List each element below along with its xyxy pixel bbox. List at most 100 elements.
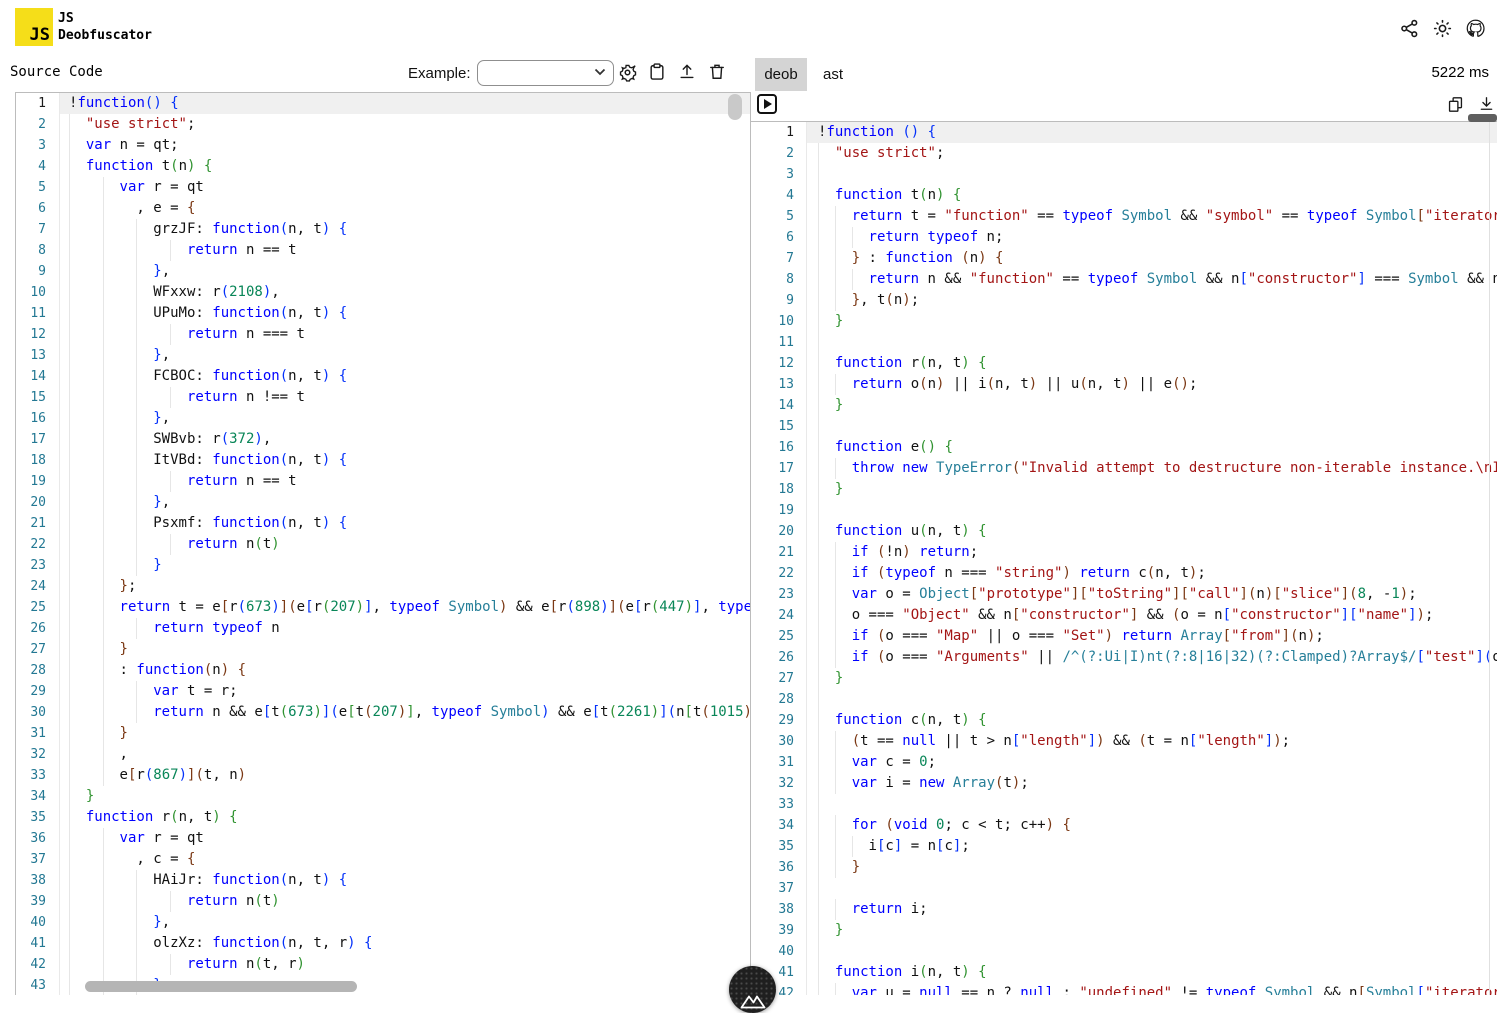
code-line[interactable]: 21if (!n) return; — [751, 542, 1497, 563]
code-line[interactable]: 7} : function (n) { — [751, 248, 1497, 269]
code-line[interactable]: 9}, t(n); — [751, 290, 1497, 311]
code-line[interactable]: 28: function(n) { — [16, 660, 750, 681]
code-line[interactable]: 35function r(n, t) { — [16, 807, 750, 828]
code-line[interactable]: 20}, — [16, 492, 750, 513]
paste-icon[interactable] — [646, 61, 668, 83]
code-line[interactable]: 24o === "Object" && n["constructor"] && … — [751, 605, 1497, 626]
code-line[interactable]: 6return typeof n; — [751, 227, 1497, 248]
code-line[interactable]: 16function e() { — [751, 437, 1497, 458]
code-line[interactable]: 6, e = { — [16, 198, 750, 219]
code-line[interactable]: 12return n === t — [16, 324, 750, 345]
source-code-editor[interactable]: 1!function() {2"use strict";3var n = qt;… — [15, 92, 751, 995]
code-line[interactable]: 42var u = null == n ? null : "undefined"… — [751, 983, 1497, 995]
share-icon[interactable] — [1398, 17, 1420, 39]
code-line[interactable]: 23} — [16, 555, 750, 576]
copy-icon[interactable] — [1444, 93, 1466, 115]
code-line[interactable]: 3var n = qt; — [16, 135, 750, 156]
code-line[interactable]: 14FCBOC: function(n, t) { — [16, 366, 750, 387]
code-line[interactable]: 19 — [751, 500, 1497, 521]
code-line[interactable]: 19return n == t — [16, 471, 750, 492]
code-line[interactable]: 4function t(n) { — [16, 156, 750, 177]
code-line[interactable]: 8return n && "function" == typeof Symbol… — [751, 269, 1497, 290]
code-line[interactable]: 3 — [751, 164, 1497, 185]
github-icon[interactable] — [1464, 17, 1486, 39]
left-editor-horizontal-scrollbar[interactable] — [85, 981, 357, 992]
code-line[interactable]: 40}, — [16, 912, 750, 933]
code-line[interactable]: 8return n == t — [16, 240, 750, 261]
code-line[interactable]: 23var o = Object["prototype"]["toString"… — [751, 584, 1497, 605]
light-mode-icon[interactable] — [1431, 17, 1453, 39]
code-line[interactable]: 5var r = qt — [16, 177, 750, 198]
code-line[interactable]: 21Psxmf: function(n, t) { — [16, 513, 750, 534]
code-line[interactable]: 22if (typeof n === "string") return c(n,… — [751, 563, 1497, 584]
code-line[interactable]: 10WFxxw: r(2108), — [16, 282, 750, 303]
deobfuscated-output-editor[interactable]: 1!function () {2"use strict";34function … — [751, 121, 1497, 995]
trash-icon[interactable] — [706, 61, 728, 83]
code-line[interactable]: 41function i(n, t) { — [751, 962, 1497, 983]
code-line[interactable]: 14} — [751, 395, 1497, 416]
code-line[interactable]: 1!function() { — [16, 93, 750, 114]
code-line[interactable]: 27} — [16, 639, 750, 660]
code-line[interactable]: 30(t == null || t > n["length"]) && (t =… — [751, 731, 1497, 752]
code-line[interactable]: 28 — [751, 689, 1497, 710]
left-editor-vertical-scrollbar[interactable] — [728, 94, 742, 120]
code-line[interactable]: 39return n(t) — [16, 891, 750, 912]
code-line[interactable]: 9}, — [16, 261, 750, 282]
floating-logo-button[interactable] — [729, 966, 776, 1013]
code-line[interactable]: 42return n(t, r) — [16, 954, 750, 975]
example-select[interactable] — [477, 60, 614, 86]
tab-deob[interactable]: deob — [755, 58, 807, 91]
run-button[interactable] — [757, 94, 777, 114]
code-line[interactable]: 13}, — [16, 345, 750, 366]
code-line[interactable]: 12function r(n, t) { — [751, 353, 1497, 374]
code-line[interactable]: 17SWBvb: r(372), — [16, 429, 750, 450]
code-line[interactable]: 11UPuMo: function(n, t) { — [16, 303, 750, 324]
tab-ast[interactable]: ast — [807, 58, 859, 91]
code-line[interactable]: 27} — [751, 668, 1497, 689]
code-line[interactable]: 38HAiJr: function(n, t) { — [16, 870, 750, 891]
code-line[interactable]: 37, c = { — [16, 849, 750, 870]
download-icon[interactable] — [1475, 93, 1497, 115]
code-line[interactable]: 7grzJF: function(n, t) { — [16, 219, 750, 240]
code-line[interactable]: 16}, — [16, 408, 750, 429]
code-line[interactable]: 31} — [16, 723, 750, 744]
code-line[interactable]: 34} — [16, 786, 750, 807]
code-line[interactable]: 36} — [751, 857, 1497, 878]
right-editor-scrollbar-thumb[interactable] — [1468, 114, 1497, 122]
code-line[interactable]: 29function c(n, t) { — [751, 710, 1497, 731]
code-line[interactable]: 5return t = "function" == typeof Symbol … — [751, 206, 1497, 227]
code-line[interactable]: 41olzXz: function(n, t, r) { — [16, 933, 750, 954]
code-line[interactable]: 13return o(n) || i(n, t) || u(n, t) || e… — [751, 374, 1497, 395]
code-line[interactable]: 2"use strict"; — [16, 114, 750, 135]
code-line[interactable]: 31var c = 0; — [751, 752, 1497, 773]
code-line[interactable]: 2"use strict"; — [751, 143, 1497, 164]
code-line[interactable]: 25return t = e[r(673)](e[r(207)], typeof… — [16, 597, 750, 618]
settings-icon[interactable] — [616, 61, 638, 83]
code-line[interactable]: 33 — [751, 794, 1497, 815]
code-line[interactable]: 34for (void 0; c < t; c++) { — [751, 815, 1497, 836]
code-line[interactable]: 40 — [751, 941, 1497, 962]
code-line[interactable]: 10} — [751, 311, 1497, 332]
code-line[interactable]: 30return n && e[t(673)](e[t(207)], typeo… — [16, 702, 750, 723]
code-line[interactable]: 37 — [751, 878, 1497, 899]
code-line[interactable]: 26return typeof n — [16, 618, 750, 639]
code-line[interactable]: 39} — [751, 920, 1497, 941]
upload-icon[interactable] — [676, 61, 698, 83]
code-line[interactable]: 25if (o === "Map" || o === "Set") return… — [751, 626, 1497, 647]
code-line[interactable]: 11 — [751, 332, 1497, 353]
code-line[interactable]: 17throw new TypeError("Invalid attempt t… — [751, 458, 1497, 479]
code-line[interactable]: 1!function () { — [751, 122, 1497, 143]
code-line[interactable]: 24}; — [16, 576, 750, 597]
code-line[interactable]: 4function t(n) { — [751, 185, 1497, 206]
code-line[interactable]: 15return n !== t — [16, 387, 750, 408]
code-line[interactable]: 32, — [16, 744, 750, 765]
code-line[interactable]: 18} — [751, 479, 1497, 500]
code-line[interactable]: 32var i = new Array(t); — [751, 773, 1497, 794]
code-line[interactable]: 36var r = qt — [16, 828, 750, 849]
code-line[interactable]: 38return i; — [751, 899, 1497, 920]
code-line[interactable]: 18ItVBd: function(n, t) { — [16, 450, 750, 471]
code-line[interactable]: 26if (o === "Arguments" || /^(?:Ui|I)nt(… — [751, 647, 1497, 668]
code-line[interactable]: 29var t = r; — [16, 681, 750, 702]
code-line[interactable]: 20function u(n, t) { — [751, 521, 1497, 542]
code-line[interactable]: 35i[c] = n[c]; — [751, 836, 1497, 857]
